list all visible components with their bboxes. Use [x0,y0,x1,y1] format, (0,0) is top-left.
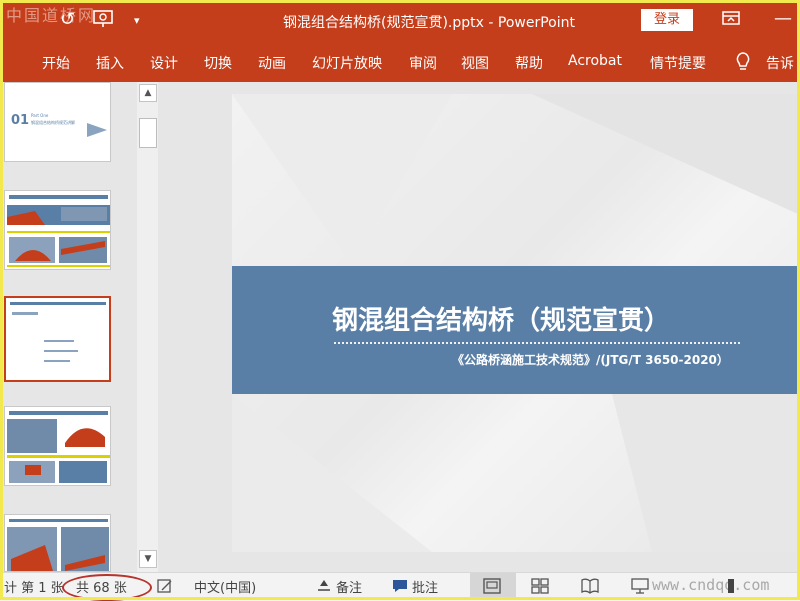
reading-view-icon[interactable] [580,577,600,599]
lightbulb-icon[interactable] [734,51,752,77]
tab-storyboard[interactable]: 情节提要 [650,53,706,73]
slide-thumbnail[interactable] [4,190,111,270]
slide-thumbnail[interactable] [4,406,111,486]
present-from-start-icon[interactable] [92,9,114,34]
tab-slideshow[interactable]: 幻灯片放映 [312,53,382,73]
tab-insert[interactable]: 插入 [96,53,124,73]
thumb-section-number: 01 [11,113,30,128]
notes-button[interactable]: 备注 [336,577,362,596]
status-bar: 计 第 1 张 共 68 张 中文(中国) 备注 批注 www.cndqo.co… [0,572,800,601]
site-watermark: 中国道桥网 [6,6,97,25]
ribbon-tabs: 开始 插入 设计 切换 动画 幻灯片放映 审阅 视图 帮助 Acrobat 情节… [0,44,800,82]
title-bar: 中国道桥网 ↺ ▾ 钢混组合结构桥(规范宣贯).pptx - PowerPoin… [0,0,800,44]
minimize-icon[interactable]: — [774,8,792,29]
zoom-slider-thumb[interactable] [728,579,734,593]
title-band: 钢混组合结构桥（规范宣贯） 《公路桥涵施工技术规范》/(JTG/T 3650-2… [232,266,798,394]
spell-check-icon[interactable] [156,578,174,598]
thumb-text-slide [10,302,106,362]
tab-view[interactable]: 视图 [461,53,489,73]
thumb-bridge-photos [7,195,110,267]
slide-number: 计 第 1 张 [4,581,64,596]
slide-title[interactable]: 钢混组合结构桥（规范宣贯） [332,300,670,337]
comments-icon[interactable] [391,578,409,598]
tab-home[interactable]: 开始 [42,53,70,73]
thumb-bridge-photos [7,411,110,483]
tab-review[interactable]: 审阅 [409,53,437,73]
slide-editor: 钢混组合结构桥（规范宣贯） 《公路桥涵施工技术规范》/(JTG/T 3650-2… [162,82,800,572]
thumb-section-heading: Part One [31,113,49,118]
thumb-section-desc: 钢混组合结构桥规范讲解 [31,120,75,125]
customize-qat-icon[interactable]: ▾ [134,14,140,27]
annotation-oval [62,574,152,601]
undo-icon[interactable]: ↺ [60,9,75,30]
document-title: 钢混组合结构桥(规范宣贯).pptx - PowerPoint [283,15,575,31]
notes-icon[interactable] [316,578,332,596]
slide-thumbnail[interactable] [4,514,111,572]
title-divider [334,342,740,344]
tab-design[interactable]: 设计 [150,53,178,73]
slideshow-icon[interactable] [630,577,650,599]
tab-animations[interactable]: 动画 [258,53,286,73]
scroll-up-icon[interactable]: ▲ [139,84,157,102]
thumb-arrow-graphic [87,123,107,137]
scroll-down-icon[interactable]: ▼ [139,550,157,568]
thumb-bridge-photos [7,519,109,571]
slide-subtitle[interactable]: 《公路桥涵施工技术规范》/(JTG/T 3650-2020） [452,351,729,368]
tab-transitions[interactable]: 切换 [204,53,232,73]
tab-acrobat[interactable]: Acrobat [568,53,622,69]
current-slide[interactable]: 钢混组合结构桥（规范宣贯） 《公路桥涵施工技术规范》/(JTG/T 3650-2… [232,94,798,552]
scrollbar-thumb[interactable] [139,118,157,148]
slide-thumbnail-selected[interactable] [4,296,111,382]
tell-me-search[interactable]: 告诉 [766,53,794,73]
site-watermark-url: www.cndqo.com [652,576,770,594]
ribbon-display-options-icon[interactable] [722,10,740,30]
tab-help[interactable]: 帮助 [515,53,543,73]
comments-button[interactable]: 批注 [412,577,438,596]
language-indicator[interactable]: 中文(中国) [194,577,256,596]
normal-view-icon[interactable] [482,577,502,599]
thumbnail-scrollbar[interactable]: ▲ ▼ [137,82,158,572]
slide-sorter-icon[interactable] [530,577,550,599]
login-button[interactable]: 登录 [641,9,693,31]
slide-thumbnail[interactable]: 01 Part One 钢混组合结构桥规范讲解 [4,82,111,162]
